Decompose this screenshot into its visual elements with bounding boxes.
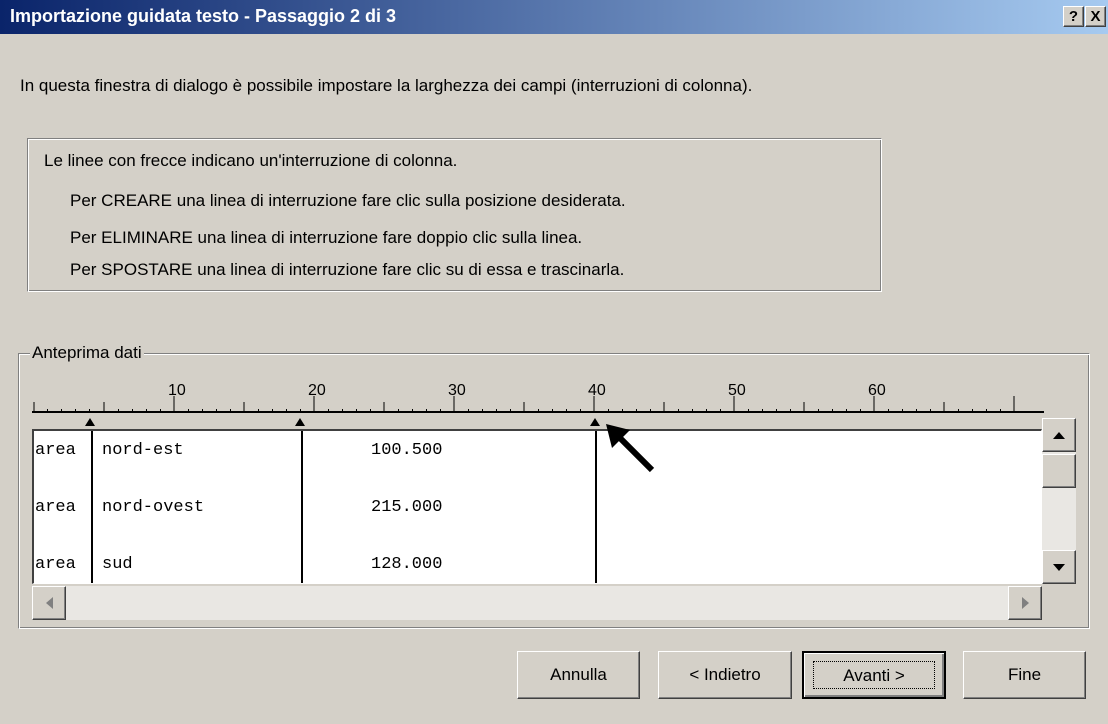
title-bar: Importazione guidata testo - Passaggio 2… (0, 0, 1108, 34)
horizontal-scrollbar[interactable] (32, 586, 1042, 620)
vertical-scroll-thumb[interactable] (1042, 454, 1076, 488)
preview-cell: area (35, 555, 76, 574)
preview-cell: 100.500 (371, 441, 443, 460)
scroll-left-button[interactable] (32, 586, 66, 620)
data-preview[interactable]: area nord-est 100.500 area nord-ovest 21… (32, 429, 1042, 584)
instruction-delete: Per ELIMINARE una linea di interruzione … (70, 228, 583, 247)
preview-cell: nord-ovest (102, 498, 205, 517)
back-button[interactable]: < Indietro (658, 651, 792, 699)
data-preview-label: Anteprima dati (30, 343, 144, 363)
column-break-markers (85, 418, 600, 426)
preview-cell: 128.000 (371, 555, 443, 574)
ruler-label-50: 50 (728, 382, 746, 399)
cancel-button[interactable]: Annulla (517, 651, 640, 699)
preview-cell: area (35, 498, 76, 517)
scroll-down-button[interactable] (1042, 550, 1076, 584)
ruler-label-30: 30 (448, 382, 466, 399)
preview-cell: 215.000 (371, 498, 443, 517)
preview-cell: nord-est (102, 441, 184, 460)
arrow-down-icon (1053, 564, 1065, 571)
instructions-heading: Le linee con frecce indicano un'interruz… (44, 151, 458, 170)
finish-button[interactable]: Fine (963, 651, 1086, 699)
ruler-label-60: 60 (868, 382, 886, 399)
scroll-right-button[interactable] (1008, 586, 1042, 620)
column-break-line[interactable] (301, 431, 303, 583)
column-break-line[interactable] (91, 431, 93, 583)
close-button[interactable]: X (1085, 6, 1106, 27)
pointer-arrow-icon (606, 424, 655, 473)
preview-cell: sud (102, 555, 133, 574)
instructions-box: Le linee con frecce indicano un'interruz… (27, 138, 882, 292)
help-button[interactable]: ? (1063, 6, 1084, 27)
arrow-right-icon (1022, 597, 1029, 609)
arrow-left-icon (46, 597, 53, 609)
column-break-line[interactable] (595, 431, 597, 583)
preview-cell: area (35, 441, 76, 460)
ruler-label-10: 10 (168, 382, 186, 399)
intro-text: In questa finestra di dialogo è possibil… (20, 76, 753, 95)
ruler-label-40: 40 (588, 382, 606, 399)
vertical-scrollbar[interactable] (1042, 418, 1076, 584)
ruler-label-20: 20 (308, 382, 326, 399)
instruction-create: Per CREARE una linea di interruzione far… (70, 191, 626, 210)
next-button[interactable]: Avanti > (802, 651, 946, 699)
focus-rectangle (813, 661, 935, 689)
instruction-move: Per SPOSTARE una linea di interruzione f… (70, 260, 625, 279)
column-ruler[interactable]: 10 20 30 40 50 60 (32, 380, 1044, 428)
window-title: Importazione guidata testo - Passaggio 2… (10, 6, 397, 26)
scroll-up-button[interactable] (1042, 418, 1076, 452)
arrow-up-icon (1053, 432, 1065, 439)
